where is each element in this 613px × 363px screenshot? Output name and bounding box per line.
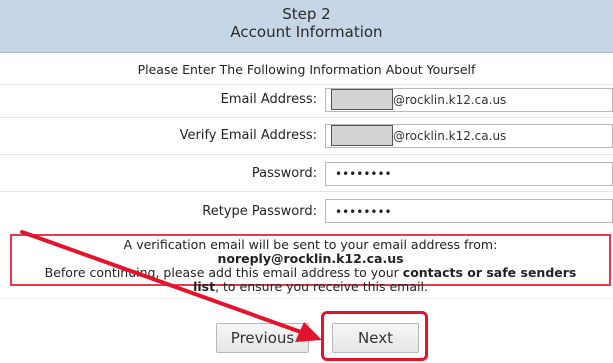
- divider: [0, 298, 613, 299]
- email-username-redacted: [331, 89, 393, 110]
- previous-button[interactable]: Previous: [216, 323, 309, 353]
- retype-password-value: ••••••••: [335, 205, 392, 219]
- verify-email-username-redacted: [331, 125, 393, 146]
- step-title: Account Information: [230, 23, 383, 41]
- notice-line: Before continuing, please add this email…: [44, 265, 577, 280]
- notice-sender-email: noreply@rocklin.k12.ca.us: [217, 251, 404, 266]
- retype-password-label: Retype Password:: [202, 204, 317, 219]
- step-header: Step 2 Account Information: [0, 0, 613, 53]
- divider: [0, 84, 613, 85]
- form-instructions: Please Enter The Following Information A…: [137, 62, 476, 77]
- step-number: Step 2: [282, 5, 331, 23]
- next-button-highlight: [321, 311, 428, 361]
- email-label: Email Address:: [220, 92, 317, 107]
- email-domain-suffix: @rocklin.k12.ca.us: [393, 93, 507, 107]
- password-label: Password:: [251, 166, 317, 181]
- divider: [0, 191, 613, 192]
- verify-email-label: Verify Email Address:: [179, 128, 317, 143]
- divider: [0, 117, 613, 118]
- password-value: ••••••••: [335, 167, 392, 181]
- verification-notice: A verification email will be sent to you…: [10, 234, 611, 294]
- notice-line: list, to ensure you receive this email.: [193, 279, 428, 294]
- notice-line: A verification email will be sent to you…: [123, 237, 498, 252]
- verify-email-domain-suffix: @rocklin.k12.ca.us: [393, 129, 507, 143]
- divider: [0, 154, 613, 155]
